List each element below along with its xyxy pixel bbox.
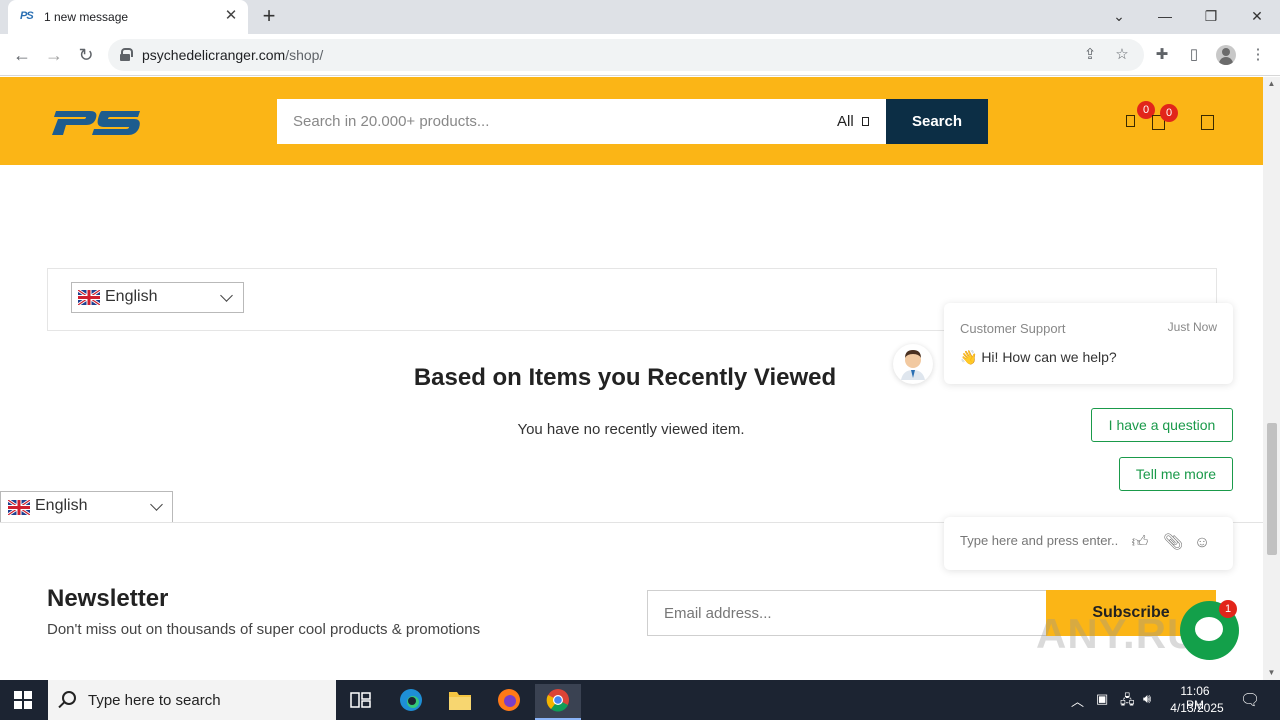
chrome-icon[interactable] — [535, 684, 581, 720]
agent-avatar-icon — [901, 350, 925, 380]
chat-option-question[interactable]: I have a question — [1091, 408, 1233, 442]
floating-language-select[interactable]: English — [0, 491, 173, 523]
reload-button[interactable]: ↻ — [75, 44, 97, 66]
notification-center-icon[interactable]: 🗨︎ — [1240, 690, 1260, 710]
newsletter-subtitle: Don't miss out on thousands of super coo… — [47, 621, 481, 638]
windows-start-icon[interactable] — [14, 691, 32, 709]
close-window-button[interactable]: ✕ — [1234, 4, 1280, 28]
browser-tab-strip: PS 1 new message ✕ + ⌄ — ❐ ✕ — [0, 0, 1280, 34]
uk-flag-icon — [8, 500, 30, 515]
taskbar-search-text: Type here to search — [88, 692, 221, 709]
language-label: English — [105, 288, 158, 305]
attachment-icon[interactable]: 📎︎ — [1163, 533, 1183, 553]
windows-taskbar: Type here to search ︿ ▣ 🖧︎ 🔊︎ 11:06 PM 4… — [0, 680, 1280, 720]
cart-count-badge: 0 — [1160, 104, 1178, 122]
lock-icon[interactable] — [120, 48, 133, 61]
restore-button[interactable]: ❐ — [1188, 4, 1234, 28]
browser-tab-active[interactable]: PS 1 new message ✕ — [8, 0, 248, 34]
scrollbar-thumb[interactable] — [1267, 423, 1277, 555]
account-icon[interactable] — [1201, 115, 1214, 130]
newsletter-email-input[interactable] — [647, 590, 1047, 636]
bookmark-star-icon[interactable]: ☆ — [1112, 45, 1132, 65]
url-text: psychedelicranger.com/shop/ — [142, 47, 324, 63]
side-panel-icon[interactable]: ▯ — [1184, 45, 1204, 65]
task-view-icon[interactable] — [337, 684, 383, 720]
search-button[interactable]: Search — [886, 99, 988, 144]
profile-avatar-icon[interactable] — [1216, 45, 1236, 65]
floating-language-label: English — [35, 497, 88, 514]
search-icon — [62, 691, 76, 705]
chevron-down-icon — [220, 289, 233, 302]
tab-title: 1 new message — [44, 10, 129, 24]
share-icon[interactable]: ⇪ — [1080, 45, 1100, 65]
chat-greeting-message: 👋 Hi! How can we help? — [960, 349, 1117, 365]
category-dropdown-icon — [861, 117, 869, 126]
browser-toolbar: ← → ↻ psychedelicranger.com/shop/ ⇪ ☆ ✚ … — [0, 34, 1280, 76]
taskbar-clock-date[interactable]: 4/13/2025 — [1167, 701, 1227, 715]
taskbar-search-box[interactable]: Type here to search — [48, 680, 336, 720]
address-bar[interactable]: psychedelicranger.com/shop/ ⇪ ☆ — [108, 39, 1144, 71]
chat-unread-badge: 1 — [1219, 600, 1237, 618]
firefox-icon[interactable] — [486, 684, 532, 720]
site-favicon-icon: PS — [20, 10, 34, 22]
file-explorer-icon[interactable] — [437, 684, 483, 720]
extensions-puzzle-icon[interactable]: ✚ — [1152, 45, 1172, 65]
site-header: All Search 0 0 — [0, 77, 1263, 165]
chat-option-tell-more[interactable]: Tell me more — [1119, 457, 1233, 491]
tab-search-chevron-icon[interactable]: ⌄ — [1096, 4, 1142, 28]
volume-icon[interactable]: 🔊︎ — [1143, 691, 1151, 707]
forward-button[interactable]: → — [43, 44, 65, 66]
emoji-icon[interactable]: ☺ — [1192, 533, 1212, 553]
new-tab-button[interactable]: + — [258, 5, 280, 28]
chevron-down-icon — [150, 498, 163, 511]
network-icon[interactable]: 🖧︎ — [1120, 691, 1135, 713]
chat-timestamp: Just Now — [1167, 320, 1217, 334]
product-search-input[interactable] — [277, 99, 817, 144]
wishlist-icon[interactable] — [1126, 115, 1135, 127]
product-search-box: All — [277, 99, 886, 144]
uk-flag-icon — [78, 290, 100, 305]
page-viewport: All Search 0 0 English Based on Items yo… — [0, 77, 1280, 680]
category-select[interactable]: All — [837, 113, 869, 130]
chat-message-input[interactable] — [960, 533, 1120, 548]
back-button[interactable]: ← — [11, 44, 33, 66]
minimize-button[interactable]: — — [1142, 4, 1188, 28]
browser-menu-icon[interactable]: ⋮ — [1248, 45, 1268, 65]
scroll-down-arrow-icon[interactable]: ▼ — [1263, 666, 1280, 680]
scroll-up-arrow-icon[interactable]: ▲ — [1263, 77, 1280, 91]
language-select[interactable]: English — [71, 282, 244, 313]
newsletter-title: Newsletter — [47, 585, 169, 612]
thumbs-up-icon[interactable]: 👍︎ — [1130, 533, 1150, 553]
meet-now-icon[interactable]: ▣ — [1096, 691, 1108, 707]
recently-viewed-empty-text: You have no recently viewed item. — [517, 421, 745, 438]
site-logo[interactable] — [50, 109, 142, 137]
tray-chevron-up-icon[interactable]: ︿ — [1071, 691, 1084, 710]
support-agent-avatar — [893, 344, 933, 384]
close-tab-icon[interactable]: ✕ — [222, 7, 240, 25]
chat-input-box: 👍︎ 📎︎ ☺ — [944, 517, 1233, 570]
page-scrollbar[interactable]: ▲ ▼ — [1263, 77, 1280, 680]
edge-browser-icon[interactable] — [388, 684, 434, 720]
chat-agent-name: Customer Support — [960, 321, 1066, 336]
chat-message-card: Customer Support Just Now 👋 Hi! How can … — [944, 303, 1233, 384]
